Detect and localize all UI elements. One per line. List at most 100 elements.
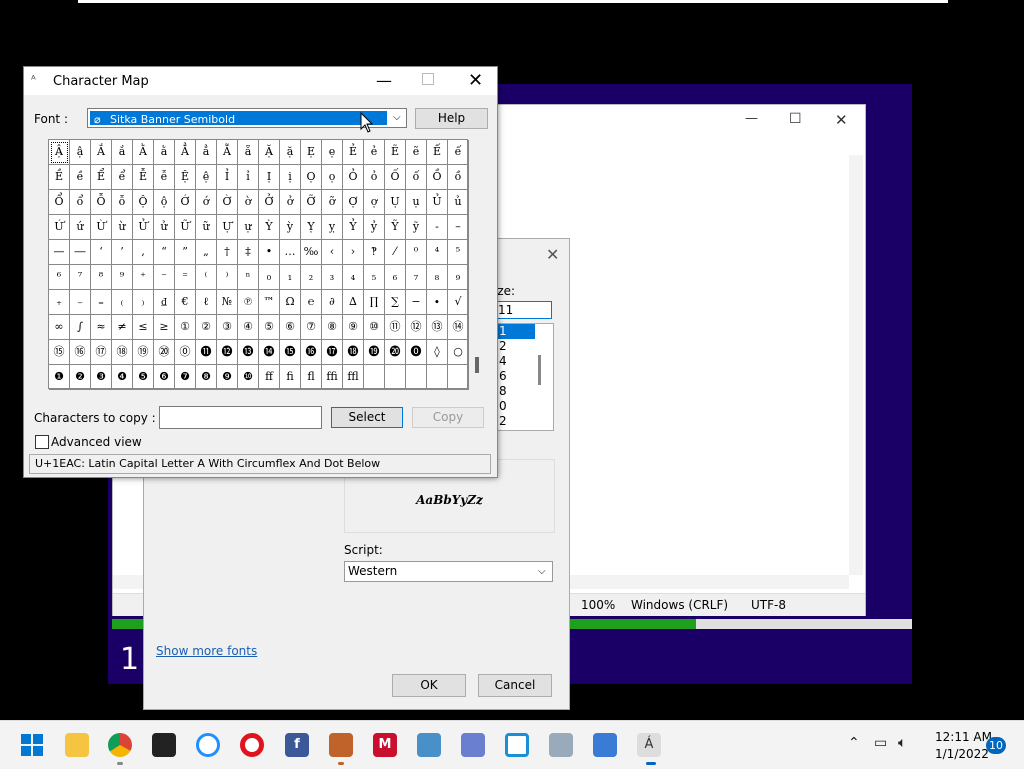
- character-cell[interactable]: ộ: [154, 190, 175, 215]
- character-cell[interactable]: ₍: [112, 290, 133, 315]
- character-cell[interactable]: ○: [448, 340, 469, 365]
- character-cell[interactable]: ớ: [196, 190, 217, 215]
- character-cell[interactable]: Ứ: [49, 215, 70, 240]
- character-cell[interactable]: ⑫: [406, 315, 427, 340]
- character-cell[interactable]: ữ: [196, 215, 217, 240]
- character-cell[interactable]: Ẻ: [343, 140, 364, 165]
- character-cell[interactable]: ⑲: [133, 340, 154, 365]
- character-cell[interactable]: ọ: [322, 165, 343, 190]
- character-cell[interactable]: Ắ: [91, 140, 112, 165]
- character-cell[interactable]: ỳ: [280, 215, 301, 240]
- character-cell[interactable]: ự: [238, 215, 259, 240]
- character-cell[interactable]: ₈: [427, 265, 448, 290]
- font-select[interactable]: ⌀ Sitka Banner Semibold ⌵: [87, 108, 407, 128]
- character-cell[interactable]: [427, 365, 448, 390]
- character-cell[interactable]: ⁵: [448, 240, 469, 265]
- character-cell[interactable]: Ẹ: [301, 140, 322, 165]
- character-cell[interactable]: Ị: [259, 165, 280, 190]
- character-cell[interactable]: ≠: [112, 315, 133, 340]
- character-cell[interactable]: Ậ: [49, 140, 70, 165]
- list-item[interactable]: 1: [495, 324, 535, 339]
- character-cell[interactable]: ⑧: [322, 315, 343, 340]
- character-cell[interactable]: ⓲: [343, 340, 364, 365]
- character-cell[interactable]: ₆: [385, 265, 406, 290]
- character-cell[interactable]: Ể: [91, 165, 112, 190]
- character-cell[interactable]: ẵ: [238, 140, 259, 165]
- character-cell[interactable]: ₊: [49, 290, 70, 315]
- character-cell[interactable]: ỉ: [238, 165, 259, 190]
- character-cell[interactable]: ₉: [448, 265, 469, 290]
- select-button[interactable]: Select: [331, 407, 403, 428]
- character-cell[interactable]: ⓿: [406, 340, 427, 365]
- character-cell[interactable]: ẳ: [196, 140, 217, 165]
- character-cell[interactable]: ②: [196, 315, 217, 340]
- character-cell[interactable]: ﬂ: [301, 365, 322, 390]
- character-cell[interactable]: ⁴: [427, 240, 448, 265]
- character-cell[interactable]: ⑯: [70, 340, 91, 365]
- character-cell[interactable]: Ẵ: [217, 140, 238, 165]
- character-cell[interactable]: Ộ: [133, 190, 154, 215]
- character-cell[interactable]: ở: [280, 190, 301, 215]
- character-cell[interactable]: ⑩: [364, 315, 385, 340]
- character-cell[interactable]: ℗: [238, 290, 259, 315]
- character-cell[interactable]: ⁶: [49, 265, 70, 290]
- speaker-icon[interactable]: 🔈︎: [898, 735, 906, 751]
- character-cell[interactable]: ẻ: [364, 140, 385, 165]
- character-cell[interactable]: ③: [217, 315, 238, 340]
- character-cell[interactable]: Ử: [133, 215, 154, 240]
- size-input[interactable]: 11: [494, 301, 552, 319]
- character-cell[interactable]: ⓬: [217, 340, 238, 365]
- character-cell[interactable]: ∂: [322, 290, 343, 315]
- character-cell[interactable]: Ẳ: [175, 140, 196, 165]
- character-cell[interactable]: ₀: [259, 265, 280, 290]
- character-cell[interactable]: ⑪: [385, 315, 406, 340]
- character-cell[interactable]: ⓱: [322, 340, 343, 365]
- character-cell[interactable]: ﬄ: [343, 365, 364, 390]
- character-cell[interactable]: Ề: [49, 165, 70, 190]
- character-cell[interactable]: ắ: [112, 140, 133, 165]
- character-cell[interactable]: Ằ: [133, 140, 154, 165]
- character-cell[interactable]: [364, 365, 385, 390]
- character-grid[interactable]: ẬậẮắẰằẲẳẴẵẶặẸẹẺẻẼẽẾế ỀềỂểỄễỆệỈỉỊịỌọỎỏỐốỒồ…: [48, 139, 469, 390]
- character-cell[interactable]: ổ: [70, 190, 91, 215]
- character-cell[interactable]: ﬀ: [259, 365, 280, 390]
- character-cell[interactable]: Ớ: [175, 190, 196, 215]
- character-cell[interactable]: ừ: [112, 215, 133, 240]
- size-list-scrollbar[interactable]: [538, 355, 541, 385]
- character-cell[interactable]: Ỷ: [343, 215, 364, 240]
- character-cell[interactable]: ₅: [364, 265, 385, 290]
- character-cell[interactable]: ỵ: [322, 215, 343, 240]
- mcafee-icon[interactable]: M: [373, 733, 397, 757]
- character-cell[interactable]: Ỉ: [217, 165, 238, 190]
- character-cell[interactable]: ‽: [364, 240, 385, 265]
- file-explorer-icon[interactable]: [65, 733, 89, 757]
- character-cell[interactable]: Ỳ: [259, 215, 280, 240]
- character-map-window[interactable]: ᴬ Character Map — ✕ Font : ⌀ Sitka Banne…: [23, 66, 498, 478]
- character-cell[interactable]: —: [49, 240, 70, 265]
- advanced-view-checkbox[interactable]: [35, 435, 49, 449]
- character-cell[interactable]: ❸: [91, 365, 112, 390]
- character-cell[interactable]: ‰: [301, 240, 322, 265]
- character-cell[interactable]: ™: [259, 290, 280, 315]
- character-cell[interactable]: ⑤: [259, 315, 280, 340]
- character-cell[interactable]: ∫: [70, 315, 91, 340]
- character-cell[interactable]: ⓫: [196, 340, 217, 365]
- character-cell[interactable]: ﬃ: [322, 365, 343, 390]
- character-cell[interactable]: ₃: [322, 265, 343, 290]
- charmap-icon[interactable]: Á: [637, 733, 661, 757]
- character-cell[interactable]: Ễ: [133, 165, 154, 190]
- character-cell[interactable]: ∏: [364, 290, 385, 315]
- character-cell[interactable]: ⑰: [91, 340, 112, 365]
- character-cell[interactable]: ≈: [91, 315, 112, 340]
- character-cell[interactable]: ⓪: [175, 340, 196, 365]
- character-cell[interactable]: ₁: [280, 265, 301, 290]
- character-cell[interactable]: ℮: [301, 290, 322, 315]
- character-cell[interactable]: ⁺: [133, 265, 154, 290]
- character-cell[interactable]: ❾: [217, 365, 238, 390]
- opera-icon[interactable]: [240, 733, 264, 757]
- character-cell[interactable]: ‚: [133, 240, 154, 265]
- windows-start-icon[interactable]: [20, 733, 44, 757]
- system-icon[interactable]: [461, 733, 485, 757]
- character-cell[interactable]: ⓮: [259, 340, 280, 365]
- character-cell[interactable]: ề: [70, 165, 91, 190]
